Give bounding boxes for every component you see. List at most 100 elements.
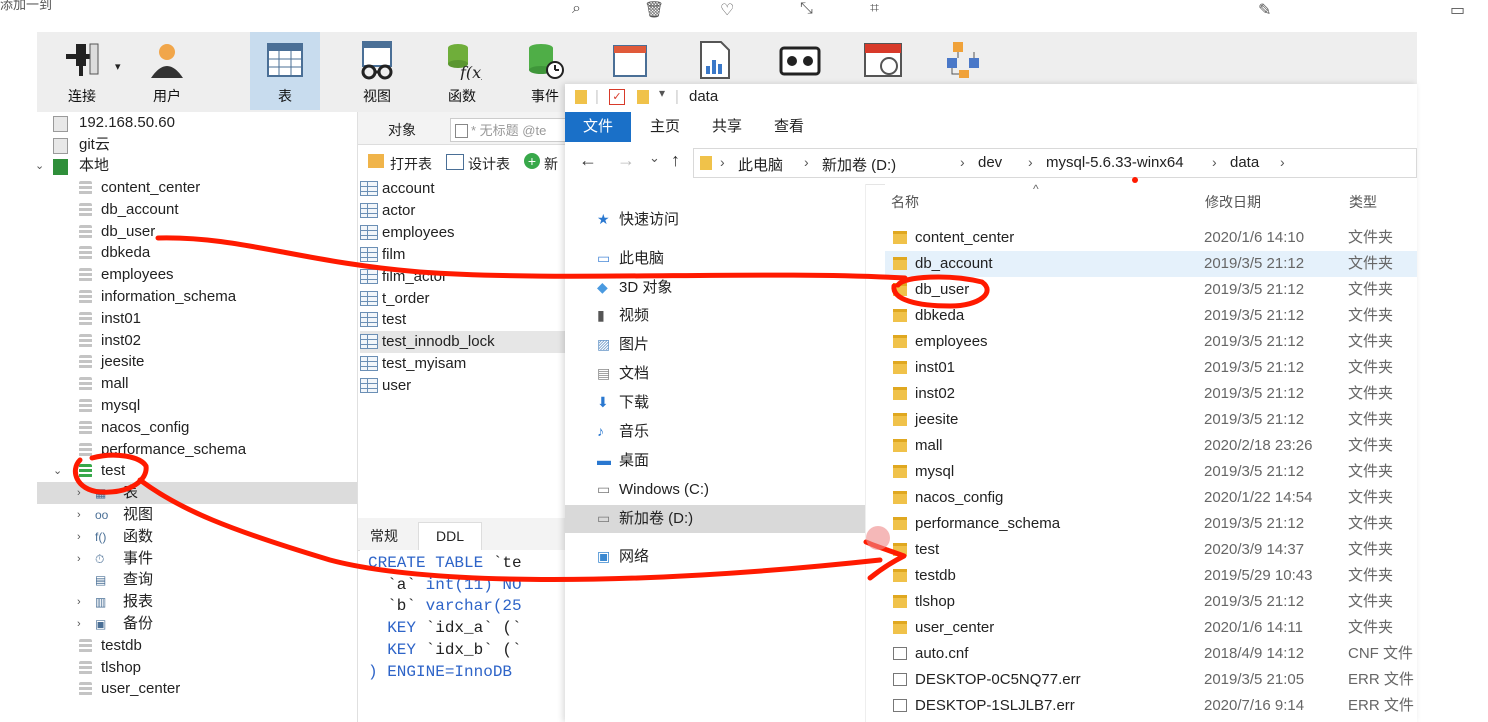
tree-db-employees[interactable]: employees: [37, 264, 357, 286]
chevron-right-icon[interactable]: ›: [77, 613, 81, 635]
crumb-separator-icon[interactable]: ›: [1280, 154, 1285, 170]
chevron-down-icon[interactable]: ⌄: [35, 155, 44, 177]
quick-access-dropdown-icon[interactable]: ▾: [659, 86, 665, 100]
file-row-desktop-0c5nq77-err[interactable]: DESKTOP-0C5NQ77.err 2019/3/5 21:05 ERR 文件: [885, 667, 1417, 693]
nav-item-music[interactable]: ♪ 音乐: [565, 418, 865, 446]
file-row-desktop-1sljlb7-err[interactable]: DESKTOP-1SLJLB7.err 2020/7/16 9:14 ERR 文件: [885, 693, 1417, 719]
tree-test-event[interactable]: › ⏱ 事件: [37, 548, 357, 570]
checkbox-icon[interactable]: ✓: [609, 89, 625, 105]
breadcrumb-item[interactable]: data: [1230, 154, 1259, 171]
query-icon[interactable]: [610, 42, 650, 82]
tree-db-content-center[interactable]: content_center: [37, 177, 357, 199]
open-table-button[interactable]: 打开表: [390, 154, 432, 174]
breadcrumb-item[interactable]: 此电脑: [738, 154, 783, 175]
file-row-test[interactable]: test 2020/3/9 14:37 文件夹: [885, 537, 1417, 563]
file-row-db-user[interactable]: db_user 2019/3/5 21:12 文件夹: [885, 277, 1417, 303]
nav-item-document[interactable]: ▤ 文档: [565, 360, 865, 388]
backup-icon[interactable]: [779, 44, 821, 78]
ribbon-tab-view[interactable]: 查看: [769, 112, 809, 142]
tree-test-query[interactable]: ▤ 查询: [37, 569, 357, 591]
file-row-jeesite[interactable]: jeesite 2019/3/5 21:12 文件夹: [885, 407, 1417, 433]
tree-connection-git[interactable]: git云: [37, 134, 357, 156]
crumb-separator-icon[interactable]: ›: [720, 154, 725, 170]
tree-db-mysql[interactable]: mysql: [37, 395, 357, 417]
file-row-inst02[interactable]: inst02 2019/3/5 21:12 文件夹: [885, 381, 1417, 407]
table-item-film[interactable]: film: [360, 244, 566, 266]
toolbar-connect-button[interactable]: 连接: [47, 32, 117, 110]
tab-ddl[interactable]: DDL: [418, 522, 482, 551]
tree-db-user-center[interactable]: user_center: [37, 678, 357, 700]
file-row-performance-schema[interactable]: performance_schema 2019/3/5 21:12 文件夹: [885, 511, 1417, 537]
chevron-right-icon[interactable]: ›: [77, 548, 81, 570]
nav-item-drive[interactable]: ▭ Windows (C:): [565, 476, 865, 504]
toolbar-function-button[interactable]: f(x) 函数: [427, 32, 497, 110]
tab-object[interactable]: 对象: [388, 120, 416, 140]
file-row-db-account[interactable]: db_account 2019/3/5 21:12 文件夹: [885, 251, 1417, 277]
toolbar-user-button[interactable]: 用户: [132, 32, 202, 110]
table-item-actor[interactable]: actor: [360, 200, 566, 222]
crop-icon[interactable]: ⌗: [870, 0, 879, 18]
recent-dropdown-icon[interactable]: ⌄: [649, 150, 660, 166]
crumb-separator-icon[interactable]: ›: [1212, 154, 1217, 170]
window-icon[interactable]: ▭: [1450, 0, 1465, 20]
new-table-button[interactable]: 新: [544, 154, 558, 174]
file-row-tlshop[interactable]: tlshop 2019/3/5 21:12 文件夹: [885, 589, 1417, 615]
nav-item-desktop[interactable]: ▬ 桌面: [565, 447, 865, 475]
new-folder-icon[interactable]: [637, 90, 649, 104]
schedule-icon[interactable]: [863, 40, 903, 80]
table-item-t-order[interactable]: t_order: [360, 288, 566, 310]
breadcrumb[interactable]: › 此电脑 › 新加卷 (D:) › dev › mysql-5.6.33-winx64 › da…: [693, 148, 1417, 178]
table-item-film-actor[interactable]: film_actor: [360, 266, 566, 288]
nav-item-cube[interactable]: ◆ 3D 对象: [565, 274, 865, 302]
chevron-right-icon[interactable]: ›: [77, 591, 81, 613]
tab-general[interactable]: 常规: [370, 526, 398, 546]
file-row-user-center[interactable]: user_center 2020/1/6 14:11 文件夹: [885, 615, 1417, 641]
file-row-mysql[interactable]: mysql 2019/3/5 21:12 文件夹: [885, 459, 1417, 485]
tree-db-performance-schema[interactable]: performance_schema: [37, 439, 357, 461]
chevron-down-icon[interactable]: ⌄: [53, 460, 62, 482]
toolbar-table-button[interactable]: 表: [250, 32, 320, 110]
tree-db-jeesite[interactable]: jeesite: [37, 351, 357, 373]
tree-db-db-account[interactable]: db_account: [37, 199, 357, 221]
back-arrow-icon[interactable]: ←: [579, 150, 597, 171]
forward-arrow-icon[interactable]: →: [617, 150, 635, 171]
nav-item-video[interactable]: ▮ 视频: [565, 302, 865, 330]
design-table-button[interactable]: 设计表: [468, 154, 510, 174]
column-date-header[interactable]: 修改日期: [1205, 192, 1261, 212]
tree-db-test[interactable]: ⌄ test: [37, 460, 357, 482]
tree-db-tlshop[interactable]: tlshop: [37, 657, 357, 679]
table-item-user[interactable]: user: [360, 375, 566, 397]
table-item-employees[interactable]: employees: [360, 222, 566, 244]
file-row-auto-cnf[interactable]: auto.cnf 2018/4/9 14:12 CNF 文件: [885, 641, 1417, 667]
model-icon[interactable]: [945, 40, 985, 80]
tree-connection-192-168-50-60[interactable]: 192.168.50.60: [37, 112, 357, 134]
file-row-inst01[interactable]: inst01 2019/3/5 21:12 文件夹: [885, 355, 1417, 381]
crumb-separator-icon[interactable]: ›: [804, 154, 809, 170]
tree-db-mall[interactable]: mall: [37, 373, 357, 395]
heart-icon[interactable]: ♡: [720, 0, 734, 20]
file-row-testdb[interactable]: testdb 2019/5/29 10:43 文件夹: [885, 563, 1417, 589]
chevron-right-icon[interactable]: ›: [77, 482, 81, 504]
breadcrumb-item[interactable]: 新加卷 (D:): [822, 154, 896, 175]
tree-db-db-user[interactable]: db_user: [37, 221, 357, 243]
tree-db-information-schema[interactable]: information_schema: [37, 286, 357, 308]
table-item-test-myisam[interactable]: test_myisam: [360, 353, 566, 375]
nav-item-network[interactable]: ▣ 网络: [565, 543, 865, 571]
tree-test-function[interactable]: › f() 函数: [37, 526, 357, 548]
table-item-test-innodb-lock[interactable]: test_innodb_lock: [360, 331, 566, 354]
edit-icon[interactable]: ✎: [1258, 0, 1271, 20]
column-name-header[interactable]: 名称: [891, 192, 919, 212]
crumb-separator-icon[interactable]: ›: [960, 154, 965, 170]
tree-test-table[interactable]: › ▦ 表: [37, 482, 357, 505]
tree-test-report[interactable]: › ▥ 报表: [37, 591, 357, 613]
search-icon[interactable]: ⌕: [572, 0, 581, 18]
table-item-account[interactable]: account: [360, 178, 566, 200]
nav-item-drive[interactable]: ▭ 新加卷 (D:): [565, 505, 865, 533]
nav-item-computer[interactable]: ▭ 此电脑: [565, 245, 865, 273]
breadcrumb-item[interactable]: dev: [978, 154, 1002, 171]
ribbon-tab-share[interactable]: 共享: [707, 112, 747, 142]
file-row-employees[interactable]: employees 2019/3/5 21:12 文件夹: [885, 329, 1417, 355]
nav-item-download[interactable]: ⬇ 下载: [565, 389, 865, 417]
tree-db-nacos-config[interactable]: nacos_config: [37, 417, 357, 439]
nav-item-picture[interactable]: ▨ 图片: [565, 331, 865, 359]
